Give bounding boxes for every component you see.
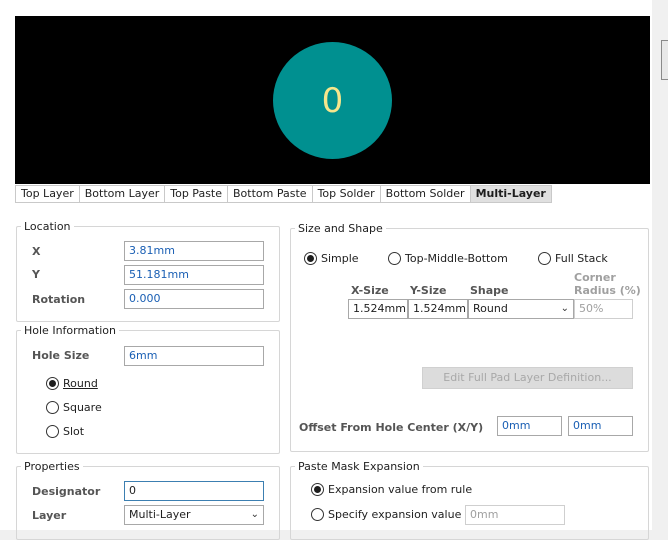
hole-slot-radio[interactable]: Slot: [46, 425, 84, 438]
paste-specify-radio[interactable]: Specify expansion value: [311, 508, 461, 521]
hole-round-label: Round: [63, 377, 98, 390]
pad-shape[interactable]: 0: [273, 42, 392, 159]
xsize-header: X-Size: [351, 284, 389, 297]
panel-splitter-handle[interactable]: [661, 40, 668, 80]
corner-header-line1: Corner: [574, 271, 616, 284]
layer-label: Layer: [32, 509, 67, 522]
chevron-down-icon: ⌄: [560, 303, 569, 314]
edit-pad-layer-button[interactable]: Edit Full Pad Layer Definition...: [422, 367, 633, 389]
paste-specify-label: Specify expansion value: [328, 508, 462, 521]
x-label: X: [32, 245, 41, 258]
hole-round-radio[interactable]: Round: [46, 377, 98, 390]
radio-unselected-icon: [46, 401, 59, 414]
chevron-down-icon: ⌄: [250, 509, 259, 520]
offset-x-input[interactable]: 0mm: [497, 416, 562, 436]
tab-top-solder[interactable]: Top Solder: [312, 185, 381, 203]
ysize-header: Y-Size: [410, 284, 447, 297]
layer-select-value: Multi-Layer: [129, 508, 191, 521]
tab-top-paste[interactable]: Top Paste: [165, 185, 229, 203]
tab-top-layer[interactable]: Top Layer: [15, 185, 80, 203]
tab-multi-layer[interactable]: Multi-Layer: [470, 185, 552, 203]
radio-selected-icon: [311, 483, 324, 496]
hole-info-title: Hole Information: [24, 324, 116, 337]
hole-square-radio[interactable]: Square: [46, 401, 102, 414]
offset-y-input[interactable]: 0mm: [568, 416, 633, 436]
y-input[interactable]: 51.181mm: [124, 265, 264, 285]
pad-preview[interactable]: 0: [15, 16, 650, 184]
designator-input[interactable]: 0: [124, 481, 264, 501]
rotation-label: Rotation: [32, 293, 86, 306]
shape-simple-radio[interactable]: Simple: [304, 252, 359, 265]
shape-full-stack-radio[interactable]: Full Stack: [538, 252, 608, 265]
radio-selected-icon: [304, 252, 317, 265]
radio-selected-icon: [46, 377, 59, 390]
radio-unselected-icon: [311, 508, 324, 521]
pad-designator-label: 0: [321, 80, 344, 121]
hole-slot-label: Slot: [63, 425, 85, 438]
designator-label: Designator: [32, 485, 101, 498]
paste-from-rule-radio[interactable]: Expansion value from rule: [311, 483, 472, 496]
shape-select-value: Round: [473, 302, 508, 315]
layer-select[interactable]: Multi-Layer ⌄: [124, 505, 264, 525]
hole-size-input[interactable]: 6mm: [124, 346, 264, 366]
size-shape-title: Size and Shape: [298, 222, 383, 235]
rotation-input[interactable]: 0.000: [124, 289, 264, 309]
tab-bottom-paste[interactable]: Bottom Paste: [228, 185, 313, 203]
tab-bottom-layer[interactable]: Bottom Layer: [79, 185, 166, 203]
corner-header-line2: Radius (%): [574, 284, 641, 297]
shape-tmb-label: Top-Middle-Bottom: [405, 252, 508, 265]
radio-unselected-icon: [538, 252, 551, 265]
layer-tabs: Top Layer Bottom Layer Top Paste Bottom …: [15, 185, 552, 203]
paste-from-rule-label: Expansion value from rule: [328, 483, 473, 496]
paste-mask-title: Paste Mask Expansion: [298, 460, 420, 473]
xsize-input[interactable]: 1.524mm: [348, 299, 408, 319]
offset-label: Offset From Hole Center (X/Y): [299, 421, 484, 434]
properties-title: Properties: [24, 460, 80, 473]
hole-size-label: Hole Size: [32, 349, 90, 362]
pad-dialog: 0 Top Layer Bottom Layer Top Paste Botto…: [0, 0, 652, 540]
corner-radius-input[interactable]: 50%: [574, 299, 633, 319]
radio-unselected-icon: [46, 425, 59, 438]
radio-unselected-icon: [388, 252, 401, 265]
shape-simple-label: Simple: [321, 252, 359, 265]
y-label: Y: [32, 268, 40, 281]
shape-header: Shape: [470, 284, 509, 297]
side-panel-edge: [652, 0, 668, 530]
hole-square-label: Square: [63, 401, 102, 414]
x-input[interactable]: 3.81mm: [124, 241, 264, 261]
shape-select[interactable]: Round ⌄: [468, 299, 574, 319]
paste-mask-group: Paste Mask Expansion: [290, 460, 649, 540]
shape-tmb-radio[interactable]: Top-Middle-Bottom: [388, 252, 508, 265]
paste-specify-input[interactable]: 0mm: [465, 505, 565, 525]
shape-full-stack-label: Full Stack: [555, 252, 608, 265]
ysize-input[interactable]: 1.524mm: [408, 299, 468, 319]
tab-bottom-solder[interactable]: Bottom Solder: [380, 185, 471, 203]
location-title: Location: [24, 220, 71, 233]
